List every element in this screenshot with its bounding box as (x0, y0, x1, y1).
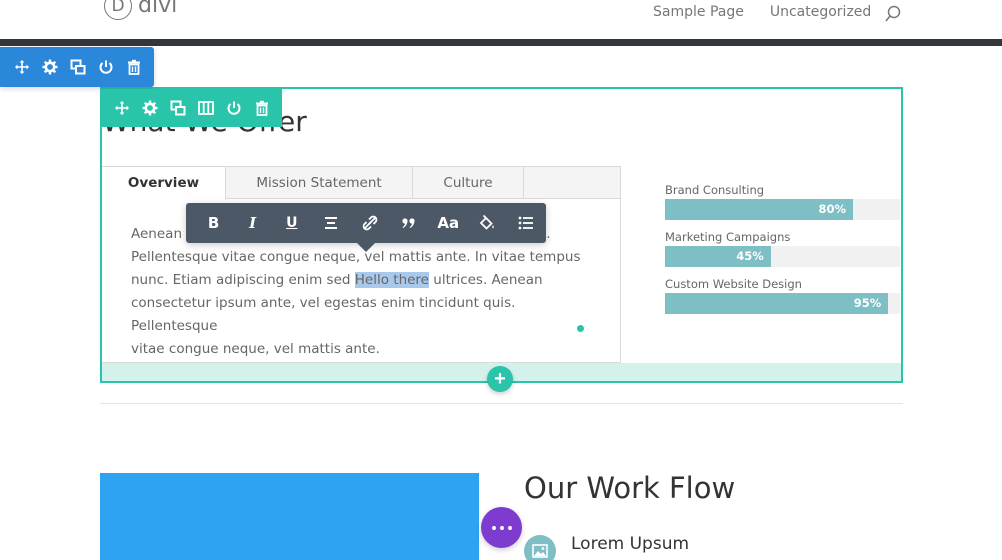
resize-handle[interactable] (577, 325, 584, 332)
image-icon (524, 535, 556, 560)
site-logo[interactable]: D divi (104, 0, 177, 20)
bar-counter: Brand Consulting 80% (665, 182, 900, 220)
admin-bar-strip (0, 39, 1002, 46)
link-icon[interactable] (350, 203, 389, 243)
align-icon[interactable] (311, 203, 350, 243)
tab-bar: Overview Mission Statement Culture (102, 167, 620, 200)
logo-text: divi (138, 0, 178, 18)
tab-mission-statement[interactable]: Mission Statement (226, 167, 413, 198)
bar-counter: Custom Website Design 95% (665, 276, 900, 314)
text-format-toolbar: B I U Aa (186, 203, 546, 243)
font-size-icon[interactable]: Aa (429, 203, 468, 243)
bar-counter: Marketing Campaigns 45% (665, 229, 900, 267)
bar-percent: 80% (818, 202, 846, 216)
tabs-module: Overview Mission Statement Culture Aenea… (102, 166, 621, 363)
module-toolbar (100, 89, 282, 127)
duplicate-icon[interactable] (68, 57, 88, 77)
bar-track: 80% (665, 199, 900, 220)
bar-counters: Brand Consulting 80% Marketing Campaigns… (665, 182, 900, 323)
site-header: D divi Sample Page Uncategorized (0, 0, 1002, 39)
tab-culture[interactable]: Culture (413, 167, 524, 198)
color-fill-icon[interactable] (468, 203, 507, 243)
underline-icon[interactable]: U (272, 203, 311, 243)
settings-icon[interactable] (140, 98, 160, 118)
italic-icon[interactable]: I (233, 203, 272, 243)
quote-icon[interactable] (390, 203, 429, 243)
bar-track: 95% (665, 293, 900, 314)
bold-icon[interactable]: B (194, 203, 233, 243)
duplicate-icon[interactable] (168, 98, 188, 118)
selected-text[interactable]: Hello there (354, 272, 429, 288)
text-line-3: nunc. Etiam adipiscing enim sed Hello th… (131, 272, 543, 288)
bar-track: 45% (665, 246, 900, 267)
trash-icon[interactable] (252, 98, 272, 118)
blue-image-block (100, 473, 479, 560)
bar-percent: 45% (736, 249, 764, 263)
bar-label: Custom Website Design (665, 277, 802, 291)
more-options-button[interactable] (481, 507, 522, 548)
add-row-button[interactable]: + (487, 366, 513, 392)
nav-item-uncategorized[interactable]: Uncategorized (770, 4, 871, 20)
text-line-5: vitae congue neque, vel mattis ante. (131, 341, 380, 357)
move-icon[interactable] (112, 98, 132, 118)
tab-overview[interactable]: Overview (102, 167, 226, 200)
text-line-4: consectetur ipsum ante, vel egestas enim… (131, 295, 516, 334)
search-icon[interactable] (884, 5, 902, 23)
logo-mark: D (104, 0, 132, 20)
workflow-title: Our Work Flow (524, 471, 736, 505)
power-icon[interactable] (96, 57, 116, 77)
row-toolbar (0, 47, 154, 87)
bar-label: Marketing Campaigns (665, 230, 791, 244)
columns-icon[interactable] (196, 98, 216, 118)
main-nav: Sample Page Uncategorized (653, 4, 871, 20)
trash-icon[interactable] (124, 57, 144, 77)
move-icon[interactable] (12, 57, 32, 77)
blurb-title: Lorem Upsum (571, 534, 690, 554)
power-icon[interactable] (224, 98, 244, 118)
list-icon[interactable] (507, 203, 546, 243)
bar-label: Brand Consulting (665, 183, 765, 197)
toolbar-pointer (357, 243, 375, 252)
settings-icon[interactable] (40, 57, 60, 77)
bar-percent: 95% (853, 296, 882, 310)
nav-item-sample-page[interactable]: Sample Page (653, 4, 744, 20)
divider (100, 403, 903, 404)
